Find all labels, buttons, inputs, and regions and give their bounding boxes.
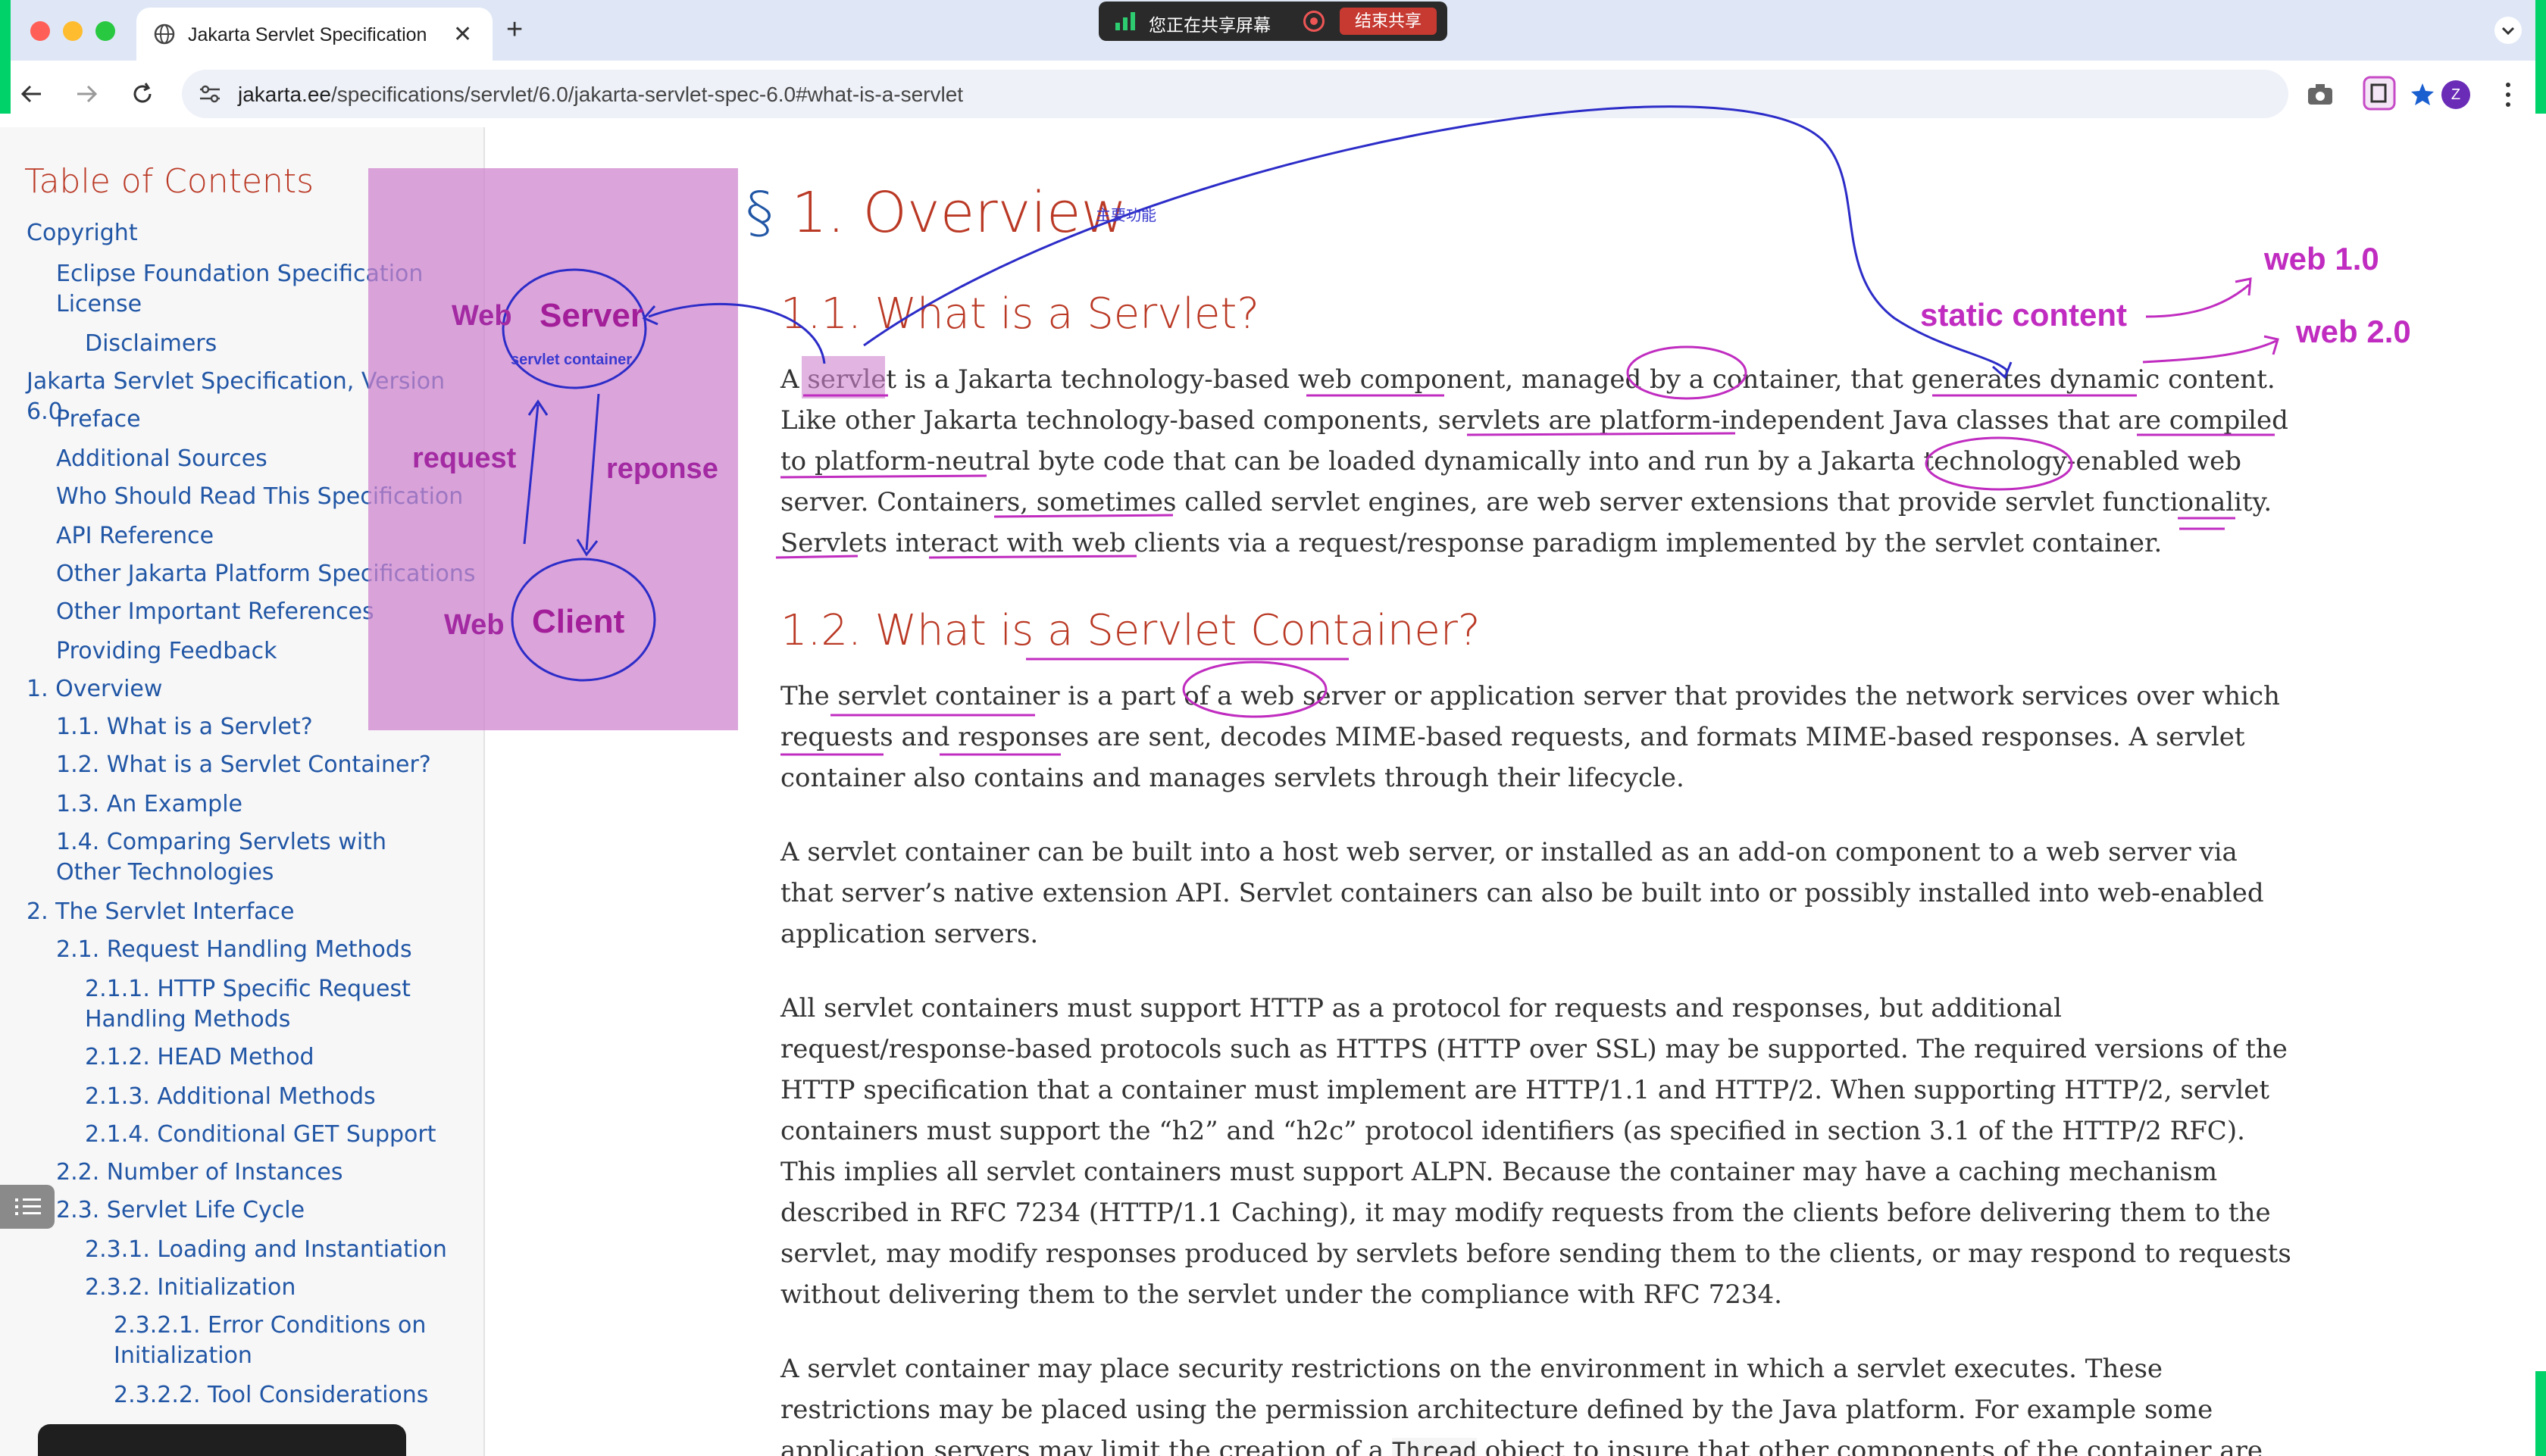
annotation-label: servlet container — [511, 352, 633, 368]
tab-search-icon[interactable] — [2493, 15, 2523, 45]
paragraph: All servlet containers must support HTTP… — [780, 993, 2291, 1310]
toc-link[interactable]: 2.1.2. HEAD Method — [85, 1042, 483, 1073]
globe-icon — [154, 23, 175, 45]
screen-share-bar: 您正在共享屏幕 结束共享 — [1099, 2, 1447, 41]
tab-strip: Jakarta Servlet Specification ✕ + 您正在共享屏… — [0, 0, 2546, 61]
toc-link[interactable]: 2.3. Servlet Life Cycle — [56, 1195, 480, 1226]
toc-link[interactable]: 2.3.1. Loading and Instantiation — [85, 1235, 483, 1265]
browser-chrome: Jakarta Servlet Specification ✕ + 您正在共享屏… — [0, 0, 2546, 127]
close-window-button[interactable] — [30, 21, 50, 41]
word-highlight — [802, 356, 885, 398]
address-bar[interactable]: jakarta.ee/specifications/servlet/6.0/ja… — [182, 70, 2434, 118]
extension-icon[interactable] — [2363, 76, 2396, 111]
section-heading-container: 1.2. What is a Servlet Container? — [780, 606, 1481, 655]
browser-tab[interactable]: Jakarta Servlet Specification ✕ — [136, 8, 493, 61]
toc-link[interactable]: 2.3.2.1. Error Conditions on Initializat… — [114, 1311, 447, 1371]
site-settings-icon[interactable] — [199, 83, 221, 105]
floating-toolbar[interactable] — [38, 1424, 406, 1456]
maximize-window-button[interactable] — [95, 21, 115, 41]
annotation-label: web 1.0 — [2264, 241, 2379, 277]
list-icon — [15, 1198, 41, 1215]
toc-link[interactable]: 2.3.2.2. Tool Considerations — [114, 1380, 483, 1411]
camera-icon[interactable] — [2307, 82, 2334, 106]
toc-link[interactable]: 1.3. An Example — [56, 789, 480, 820]
toc-link[interactable]: 2.1.3. Additional Methods — [85, 1082, 483, 1112]
tab-title: Jakarta Servlet Specification — [188, 24, 427, 45]
stop-share-button[interactable]: 结束共享 — [1340, 8, 1437, 35]
url-text: jakarta.ee/specifications/servlet/6.0/ja… — [238, 83, 964, 106]
annotation-label: static content — [1920, 297, 2128, 333]
toc-toggle-button[interactable] — [0, 1185, 55, 1229]
annotation-label: 主要功能 — [1096, 208, 1156, 224]
signal-bars-icon — [1115, 12, 1135, 30]
paragraph: A servlet container may place security r… — [780, 1348, 2296, 1456]
browser-toolbar: jakarta.ee/specifications/servlet/6.0/ja… — [0, 61, 2546, 127]
more-menu-icon[interactable] — [2501, 80, 2516, 109]
back-arrow-icon[interactable] — [17, 79, 47, 109]
annotation-label: Web — [452, 300, 512, 332]
annotation-label: web 2.0 — [2296, 314, 2411, 349]
inline-code: Thread — [1391, 1438, 1477, 1456]
avatar[interactable]: Z — [2441, 80, 2470, 109]
toc-link[interactable]: 1.2. What is a Servlet Container? — [56, 750, 480, 780]
bookmark-star-icon[interactable] — [2410, 82, 2435, 108]
paragraph: A servlet is a Jakarta technology-based … — [780, 364, 2288, 558]
page-title: § 1. Overview — [746, 180, 1128, 245]
section-anchor-link[interactable]: § — [746, 180, 774, 245]
share-border — [2535, 0, 2546, 114]
annotation-label: Web — [444, 609, 505, 641]
toc-link[interactable]: 2.3.2. Initialization — [85, 1273, 483, 1303]
reload-icon[interactable] — [127, 79, 158, 109]
annotation-label: request — [412, 442, 517, 474]
paragraph: A servlet container can be built into a … — [780, 837, 2264, 949]
forward-arrow-icon[interactable] — [71, 79, 102, 109]
toc-link[interactable]: 2.2. Number of Instances — [56, 1158, 480, 1188]
annotation-label: Client — [532, 603, 625, 640]
toc-link[interactable]: 2.1.4. Conditional GET Support — [85, 1120, 483, 1150]
new-tab-button[interactable]: + — [506, 14, 523, 46]
annotation-label: reponse — [606, 453, 718, 485]
section-heading-servlet: 1.1. What is a Servlet? — [780, 289, 1260, 339]
paragraph: The servlet container is a part of a web… — [780, 681, 2280, 793]
toc-link[interactable]: 2.1. Request Handling Methods — [56, 935, 480, 965]
toc-link[interactable]: 2. The Servlet Interface — [27, 897, 451, 927]
share-status-text: 您正在共享屏幕 — [1149, 15, 1271, 35]
close-tab-icon[interactable]: ✕ — [453, 21, 472, 48]
minimize-window-button[interactable] — [63, 21, 83, 41]
toc-link[interactable]: 1.4. Comparing Servlets with Other Techn… — [56, 827, 450, 888]
main-content: § 1. Overview 1.1. What is a Servlet? A … — [485, 127, 2546, 1456]
annotation-label: Server — [540, 297, 644, 334]
toc-link[interactable]: 2.1.1. HTTP Specific Request Handling Me… — [85, 974, 441, 1035]
share-border — [0, 0, 11, 114]
toc-title: Table of Contents — [24, 162, 314, 201]
record-icon — [1303, 11, 1325, 32]
